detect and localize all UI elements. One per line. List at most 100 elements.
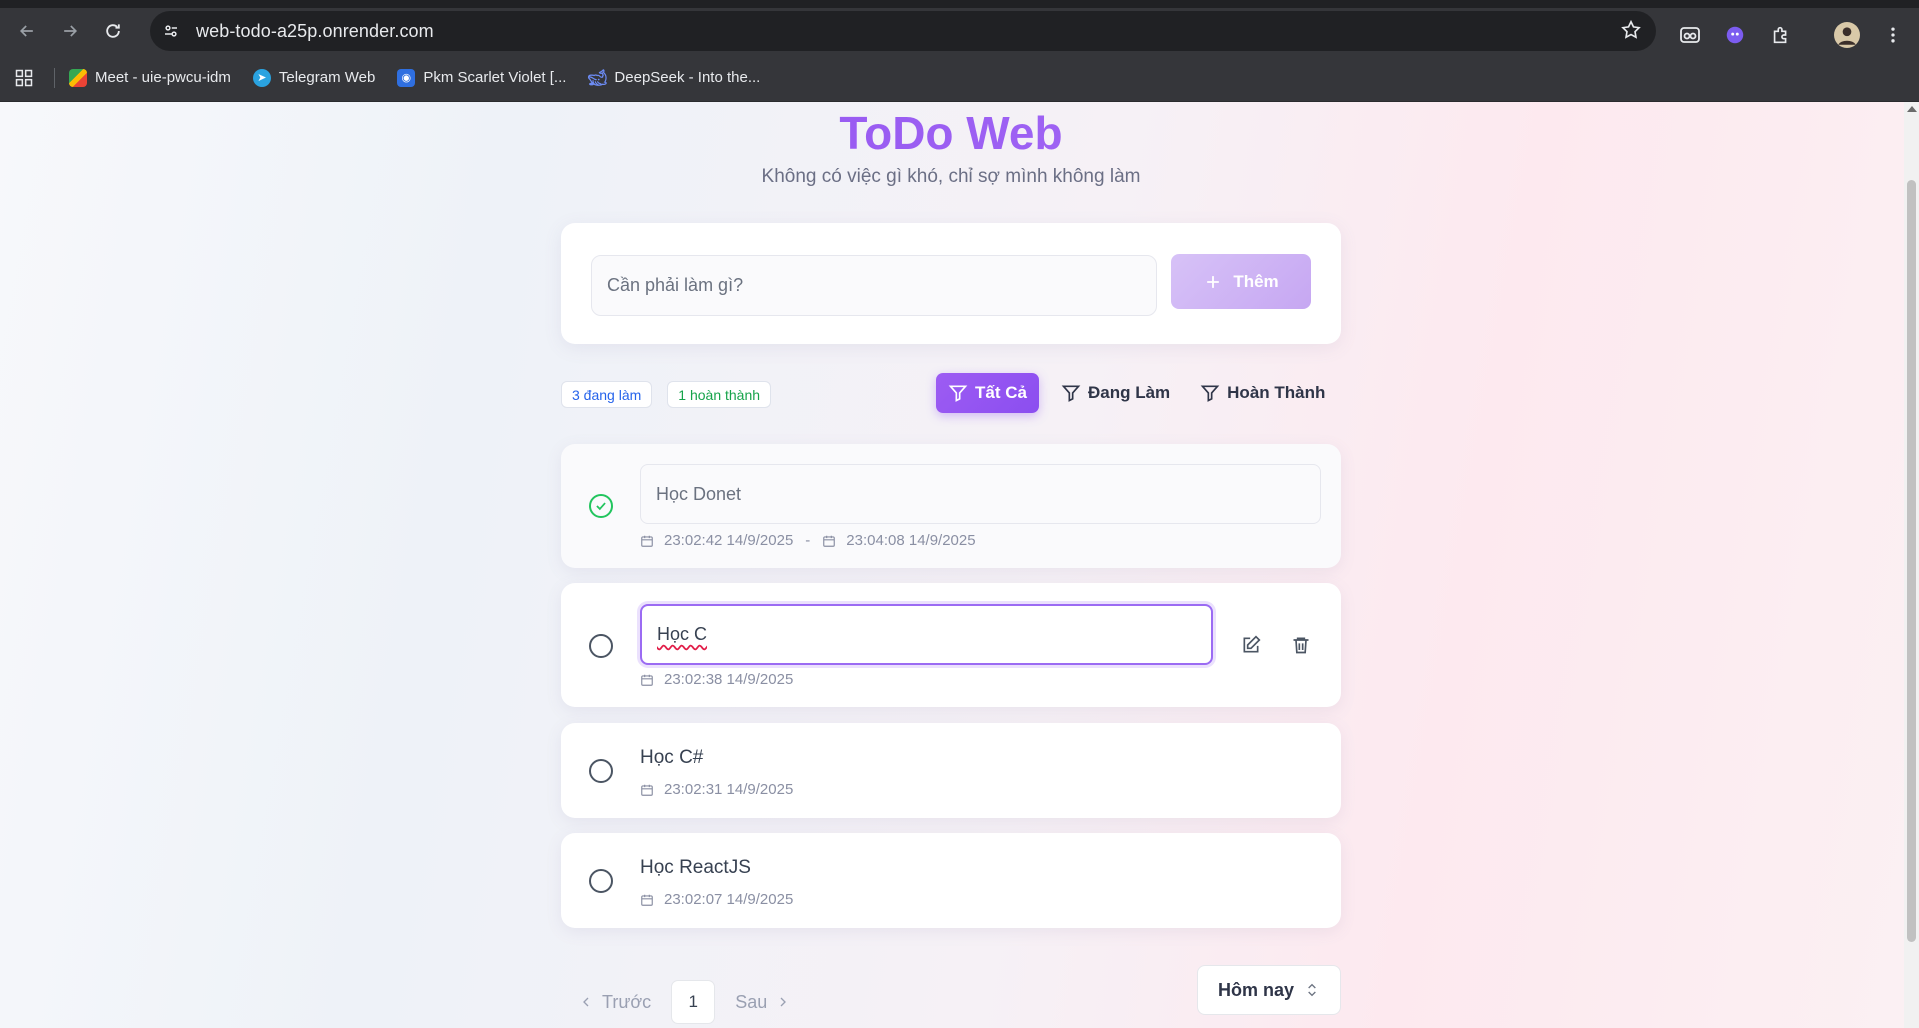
time-separator: - bbox=[805, 532, 811, 549]
period-select[interactable]: Hôm nay bbox=[1197, 965, 1341, 1015]
completed-count-badge: 1 hoàn thành bbox=[667, 381, 772, 408]
task-item: Học C 23:02:38 14/9/2025 bbox=[561, 583, 1341, 707]
trash-icon bbox=[1293, 637, 1309, 654]
calendar-icon bbox=[641, 535, 653, 547]
bookmark-star-icon[interactable] bbox=[1620, 19, 1642, 46]
filter-completed-label: Hoàn Thành bbox=[1227, 383, 1326, 402]
site-info-icon[interactable] bbox=[156, 16, 186, 46]
add-button-label: Thêm bbox=[1233, 271, 1279, 291]
task-title: Học ReactJS bbox=[640, 857, 751, 878]
calendar-icon bbox=[641, 674, 653, 686]
add-task-button[interactable]: Thêm bbox=[1171, 254, 1311, 309]
google-meet-icon bbox=[69, 68, 87, 87]
task-meta: 23:02:31 14/9/2025 bbox=[640, 781, 793, 798]
page-subtitle: Không có việc gì khó, chỉ sợ mình không … bbox=[761, 166, 1141, 187]
bookmark-pkm[interactable]: ◉ Pkm Scarlet Violet [... bbox=[397, 68, 567, 87]
task-meta: 23:02:42 14/9/2025 - 23:04:08 14/9/2025 bbox=[640, 532, 976, 549]
bookmark-telegram[interactable]: ➤ Telegram Web bbox=[252, 68, 376, 87]
edit-task-button[interactable] bbox=[1238, 632, 1264, 658]
reload-button[interactable] bbox=[95, 13, 131, 49]
task-checkbox[interactable] bbox=[589, 634, 613, 658]
page-viewport: ToDo Web Không có việc gì khó, chỉ sợ mì… bbox=[0, 102, 1904, 1028]
task-meta: 23:02:38 14/9/2025 bbox=[640, 671, 793, 688]
extension-mask-icon[interactable] bbox=[1676, 21, 1704, 49]
task-checkbox[interactable] bbox=[589, 869, 613, 893]
next-page-button[interactable]: Sau bbox=[735, 992, 791, 1013]
edit-icon bbox=[1243, 635, 1261, 653]
apps-grid-icon[interactable] bbox=[12, 66, 36, 90]
extensions-puzzle-icon[interactable] bbox=[1767, 21, 1795, 49]
pagination: Trước 1 Sau bbox=[578, 980, 791, 1024]
task-title: Học C# bbox=[640, 747, 704, 768]
bookmarks-bar: Meet - uie-pwcu-idm ➤ Telegram Web ◉ Pkm… bbox=[0, 54, 1919, 102]
period-value: Hôm nay bbox=[1218, 979, 1295, 1000]
back-button[interactable] bbox=[9, 13, 45, 49]
calendar-icon bbox=[823, 535, 836, 547]
arrow-right-icon bbox=[64, 25, 78, 37]
task-title: Học Donet bbox=[640, 464, 1321, 524]
chevron-right-icon bbox=[780, 997, 787, 1007]
check-icon bbox=[596, 502, 606, 511]
next-label: Sau bbox=[735, 991, 768, 1012]
reload-icon bbox=[106, 24, 120, 38]
deepseek-icon: 🐋︎ bbox=[587, 69, 608, 87]
filter-active-label: Đang Làm bbox=[1087, 383, 1171, 402]
filter-icon bbox=[948, 385, 968, 402]
prev-label: Trước bbox=[602, 991, 652, 1012]
delete-task-button[interactable] bbox=[1288, 632, 1314, 658]
task-edit-text: Học C bbox=[657, 624, 708, 644]
new-task-input[interactable] bbox=[591, 255, 1157, 316]
bookmark-label: Telegram Web bbox=[278, 69, 376, 86]
filter-group: Tất Cả Đang Làm Hoàn Thành bbox=[936, 373, 1339, 413]
calendar-icon bbox=[641, 784, 653, 796]
browser-toolbar: web-todo-a25p.onrender.com bbox=[0, 8, 1919, 54]
bookmark-meet[interactable]: Meet - uie-pwcu-idm bbox=[69, 68, 231, 87]
filter-icon bbox=[1200, 385, 1220, 402]
prev-page-button[interactable]: Trước bbox=[578, 992, 651, 1013]
bookmark-label: Meet - uie-pwcu-idm bbox=[95, 69, 231, 86]
forward-button[interactable] bbox=[52, 13, 88, 49]
url-text: web-todo-a25p.onrender.com bbox=[196, 20, 434, 41]
task-item: Học ReactJS 23:02:07 14/9/2025 bbox=[561, 833, 1341, 928]
profile-avatar[interactable] bbox=[1833, 21, 1861, 49]
calendar-icon bbox=[641, 894, 653, 906]
bookmark-deepseek[interactable]: 🐋︎ DeepSeek - Into the... bbox=[587, 69, 761, 87]
address-bar[interactable]: web-todo-a25p.onrender.com bbox=[150, 11, 1656, 51]
task-checkbox[interactable] bbox=[589, 494, 613, 518]
bookmarks-separator bbox=[54, 67, 55, 88]
task-checkbox[interactable] bbox=[589, 759, 613, 783]
task-item: Học C# 23:02:31 14/9/2025 bbox=[561, 723, 1341, 818]
task-created-time: 23:02:31 14/9/2025 bbox=[664, 781, 794, 798]
add-task-card: Thêm bbox=[561, 223, 1341, 344]
plus-icon bbox=[1207, 275, 1220, 288]
page-scrollbar[interactable] bbox=[1904, 102, 1919, 1028]
scroll-thumb[interactable] bbox=[1907, 180, 1916, 942]
scroll-up-arrow-icon[interactable] bbox=[1907, 106, 1917, 112]
tab-strip bbox=[0, 0, 1919, 8]
chevron-left-icon bbox=[583, 997, 589, 1007]
active-count-badge: 3 đang làm bbox=[561, 381, 653, 408]
task-item: Học Donet 23:02:42 14/9/2025 - 23:04:08 … bbox=[561, 444, 1341, 568]
bookmark-label: Pkm Scarlet Violet [... bbox=[423, 69, 567, 86]
page-title: ToDo Web bbox=[561, 106, 1341, 160]
task-meta: 23:02:07 14/9/2025 bbox=[640, 891, 793, 908]
filter-icon bbox=[1061, 385, 1081, 402]
task-edit-input[interactable]: Học C bbox=[640, 604, 1213, 665]
bookmark-label: DeepSeek - Into the... bbox=[614, 69, 761, 86]
arrow-left-icon bbox=[19, 25, 33, 37]
pkm-icon: ◉ bbox=[397, 68, 416, 87]
chevron-up-down-icon bbox=[1308, 983, 1316, 997]
task-created-time: 23:02:38 14/9/2025 bbox=[664, 671, 794, 688]
task-stats: 3 đang làm 1 hoàn thành bbox=[561, 381, 772, 408]
page-number-button[interactable]: 1 bbox=[671, 980, 716, 1024]
task-created-time: 23:02:07 14/9/2025 bbox=[664, 891, 794, 908]
extension-ghost-icon[interactable] bbox=[1721, 21, 1749, 49]
task-created-time: 23:02:42 14/9/2025 bbox=[664, 532, 794, 549]
browser-menu-icon[interactable] bbox=[1879, 21, 1907, 49]
filter-completed-button[interactable]: Hoàn Thành bbox=[1188, 373, 1337, 413]
filter-all-button[interactable]: Tất Cả bbox=[936, 373, 1039, 413]
filter-active-button[interactable]: Đang Làm bbox=[1049, 373, 1182, 413]
task-completed-time: 23:04:08 14/9/2025 bbox=[846, 532, 976, 549]
filter-all-label: Tất Cả bbox=[975, 383, 1027, 402]
telegram-icon: ➤ bbox=[252, 68, 271, 87]
